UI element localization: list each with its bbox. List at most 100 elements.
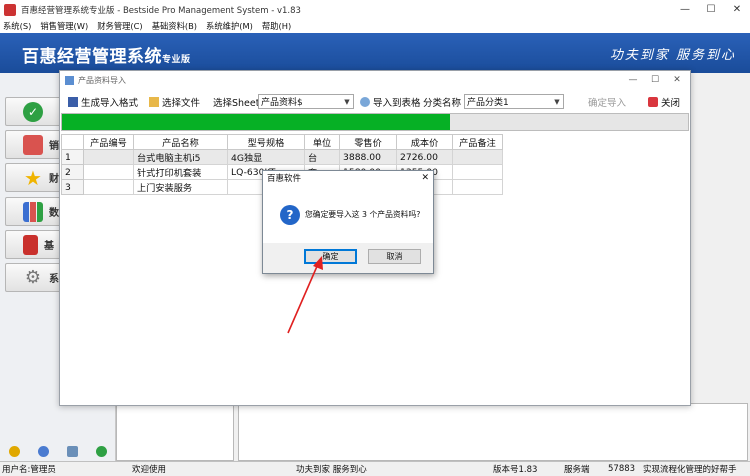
status-tagline: 实现流程化管理的好帮手	[643, 465, 737, 475]
lower-right-panel	[238, 403, 748, 461]
table-row[interactable]: 1 台式电脑主机i5 4G独显 台 3888.00 2726.00	[61, 149, 503, 165]
status-slogan: 功夫到家 服务到心	[296, 465, 367, 475]
generate-format-button[interactable]: 生成导入格式	[68, 95, 138, 109]
window-title: 百惠经营管理系统专业版 - Bestside Pro Management Sy…	[21, 5, 301, 16]
ok-button[interactable]: 确定	[304, 249, 357, 264]
cell-rownum[interactable]: 1	[61, 149, 84, 165]
sidebar-item-label: 销	[49, 141, 59, 152]
confirm-import-button[interactable]: 确定导入	[588, 95, 626, 109]
cell-code[interactable]	[83, 164, 134, 180]
folder-icon	[149, 96, 159, 107]
confirm-message: 您确定要导入这 3 个产品资料吗?	[305, 210, 421, 219]
status-welcome: 欢迎使用	[132, 465, 167, 475]
cell-rownum[interactable]: 3	[61, 179, 84, 195]
generate-format-label: 生成导入格式	[81, 97, 139, 109]
cell-note[interactable]	[452, 164, 503, 180]
sidebar-item-label: 财	[49, 174, 59, 185]
progress-fill	[62, 114, 451, 130]
star-icon: ★	[24, 165, 42, 190]
import-close-button[interactable]: ✕	[666, 71, 688, 89]
close-icon	[648, 96, 658, 107]
chevron-down-icon: ▼	[554, 97, 560, 106]
gear-icon: ⚙	[24, 267, 42, 288]
import-minimize-button[interactable]: —	[622, 71, 644, 89]
confirm-close-button[interactable]: ✕	[421, 171, 429, 185]
category-select[interactable]: 产品分类1 ▼	[464, 94, 564, 109]
col-header-unit[interactable]: 单位	[304, 134, 340, 150]
check-icon: ✓	[23, 101, 43, 122]
cell-spec[interactable]: 4G独显	[227, 149, 305, 165]
import-window-titlebar: 产品资料导入 — ☐ ✕	[60, 71, 690, 89]
minimize-button[interactable]: —	[672, 0, 698, 19]
lower-left-panel	[116, 403, 234, 461]
col-header-note[interactable]: 产品备注	[452, 134, 503, 150]
cell-name[interactable]: 台式电脑主机i5	[133, 149, 228, 165]
grid-header-row: 产品编号 产品名称 型号规格 单位 零售价 成本价 产品备注	[61, 134, 503, 150]
help-icon[interactable]	[9, 446, 20, 457]
menu-finance[interactable]: 财务管理(C)	[97, 20, 142, 32]
search-icon[interactable]	[67, 446, 78, 457]
window-icon	[65, 75, 74, 85]
col-header-retail[interactable]: 零售价	[339, 134, 397, 150]
choose-file-button[interactable]: 选择文件	[149, 95, 200, 109]
cell-rownum[interactable]: 2	[61, 164, 84, 180]
choose-file-label: 选择文件	[162, 97, 201, 109]
col-header-cost[interactable]: 成本价	[396, 134, 453, 150]
cell-code[interactable]	[83, 149, 134, 165]
col-header-spec[interactable]: 型号规格	[227, 134, 305, 150]
maximize-button[interactable]: ☐	[698, 0, 724, 19]
import-to-table-label: 导入到表格	[373, 97, 421, 109]
sidebar-bottom-tools	[0, 446, 116, 457]
menu-basic-data[interactable]: 基础资料(B)	[152, 20, 197, 32]
col-header-code[interactable]: 产品编号	[83, 134, 134, 150]
close-button[interactable]: ✕	[724, 0, 750, 19]
import-window-title: 产品资料导入	[78, 75, 126, 85]
save-icon	[68, 96, 78, 107]
cell-retail[interactable]: 3888.00	[339, 149, 397, 165]
confirm-dialog-body: ? 您确定要导入这 3 个产品资料吗?	[263, 185, 433, 243]
cell-cost[interactable]: 2726.00	[396, 149, 453, 165]
house-icon	[23, 134, 43, 155]
confirm-dialog: 百惠软件 ✕ ? 您确定要导入这 3 个产品资料吗? 确定 取消	[262, 170, 434, 274]
brand-edition: 专业版	[162, 55, 191, 65]
sheet-select[interactable]: 产品资料$ ▼	[258, 94, 354, 109]
confirm-dialog-title: 百惠软件	[263, 171, 433, 185]
cell-code[interactable]	[83, 179, 134, 195]
app-title-bar: 百惠经营管理系统专业版 - Bestside Pro Management Sy…	[0, 0, 750, 19]
cell-note[interactable]	[452, 149, 503, 165]
status-bar: 用户名:管理员 欢迎使用 功夫到家 服务到心 版本号1.83 服务端 57883…	[0, 461, 750, 476]
close-window-button[interactable]: 关闭	[648, 95, 680, 109]
question-icon: ?	[280, 205, 300, 225]
chevron-down-icon: ▼	[344, 97, 350, 106]
menu-help[interactable]: 帮助(H)	[262, 20, 291, 32]
sidebar-item-label: 数	[49, 208, 59, 219]
col-header-rownum[interactable]	[61, 134, 84, 150]
status-version: 版本号1.83	[493, 465, 538, 475]
sidebar-item-label: 基	[44, 241, 54, 252]
import-maximize-button[interactable]: ☐	[644, 71, 666, 89]
menu-bar: 系统(S) 销售管理(W) 财务管理(C) 基础资料(B) 系统维护(M) 帮助…	[0, 19, 750, 33]
col-header-name[interactable]: 产品名称	[133, 134, 228, 150]
cell-name[interactable]: 针式打印机套装	[133, 164, 228, 180]
brand-name: 百惠经营管理系统	[22, 47, 162, 67]
sheet-label: 选择Sheet	[213, 97, 260, 109]
menu-sales[interactable]: 销售管理(W)	[40, 20, 88, 32]
cell-note[interactable]	[452, 179, 503, 195]
import-icon	[360, 96, 370, 107]
menu-maintenance[interactable]: 系统维护(M)	[206, 20, 253, 32]
info-icon[interactable]	[38, 446, 49, 457]
status-user: 用户名:管理员	[2, 465, 56, 475]
import-to-table-button[interactable]: 导入到表格	[360, 95, 421, 109]
plus-icon[interactable]	[96, 446, 107, 457]
menu-system[interactable]: 系统(S)	[3, 20, 31, 32]
category-label: 分类名称	[423, 97, 462, 109]
banner-slogan: 功夫到家 服务到心	[609, 48, 736, 63]
book-icon	[23, 234, 38, 255]
cancel-button[interactable]: 取消	[368, 249, 421, 264]
close-window-label: 关闭	[661, 97, 681, 109]
cell-name[interactable]: 上门安装服务	[133, 179, 228, 195]
cell-unit[interactable]: 台	[304, 149, 340, 165]
sheet-select-value: 产品资料$	[261, 98, 303, 108]
status-service-label: 服务端	[564, 465, 590, 475]
category-select-value: 产品分类1	[467, 98, 509, 108]
